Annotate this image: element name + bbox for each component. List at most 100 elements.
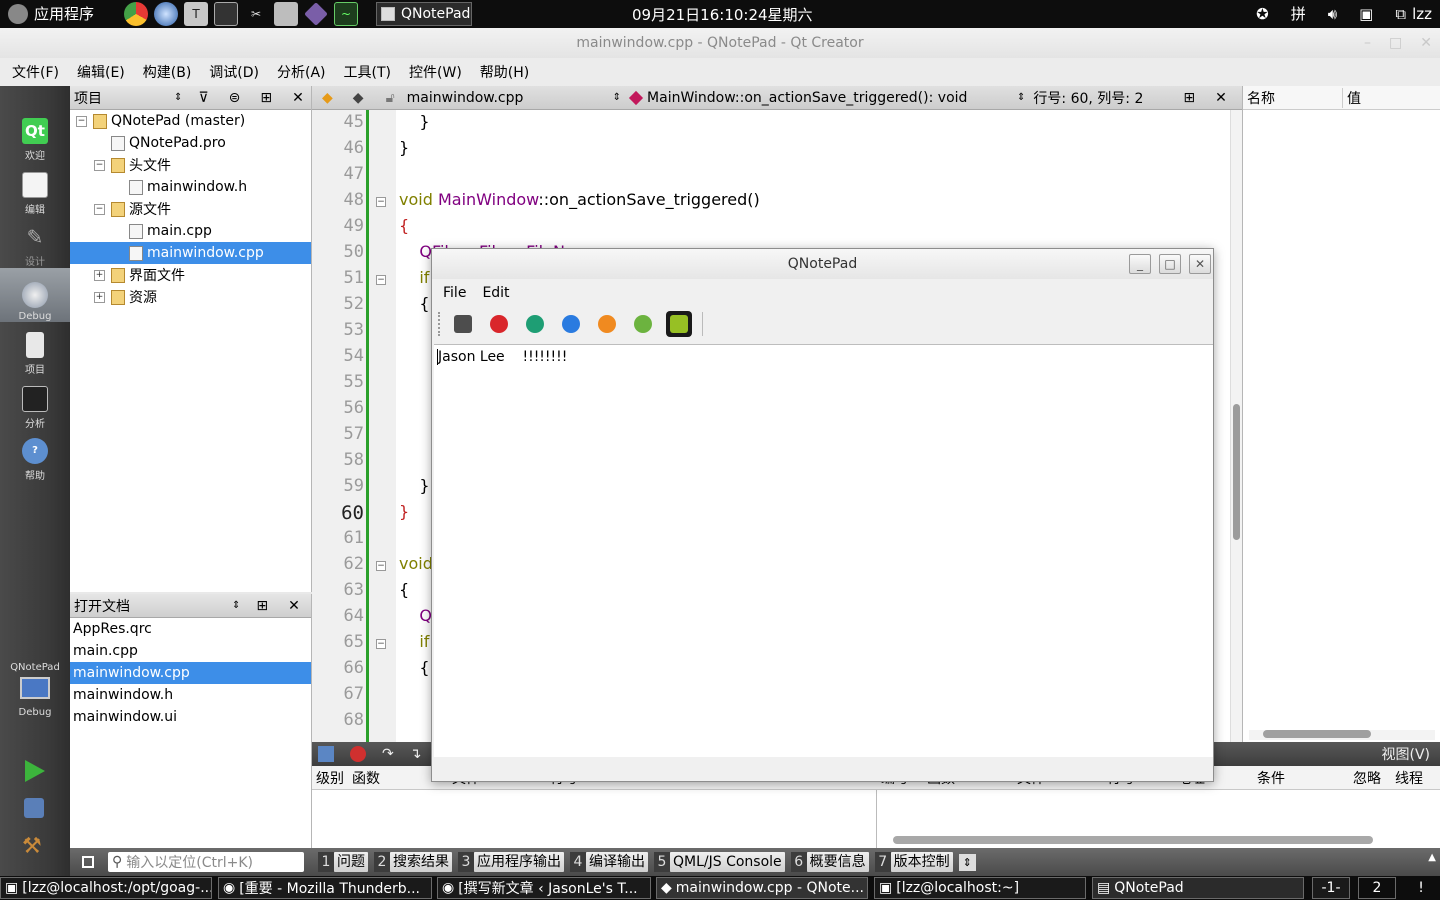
apple-icon[interactable]: [630, 311, 656, 337]
menu-help[interactable]: 帮助(H): [480, 62, 529, 82]
thunderbird-icon[interactable]: [154, 2, 178, 26]
col-value[interactable]: 值: [1343, 88, 1361, 108]
close-icon[interactable]: ✕: [292, 90, 304, 106]
filter-icon[interactable]: ⊽: [198, 90, 208, 106]
mode-analyze[interactable]: 分析: [0, 378, 70, 430]
output-pane-button[interactable]: 2 搜索结果: [374, 852, 452, 872]
split-icon[interactable]: ⊞: [256, 598, 268, 614]
open-document-item[interactable]: main.cpp: [70, 640, 311, 662]
pane-title[interactable]: 打开文档: [74, 596, 232, 616]
mode-welcome[interactable]: Qt 欢迎: [0, 110, 70, 162]
fold-marker-icon[interactable]: −: [376, 561, 386, 571]
accessibility-icon[interactable]: ✪: [1256, 5, 1269, 23]
continue-icon[interactable]: [318, 746, 334, 762]
fold-marker-icon[interactable]: −: [376, 275, 386, 285]
sidebar-toggle-icon[interactable]: [82, 856, 94, 868]
scrollbar-thumb[interactable]: [1233, 404, 1240, 540]
tree-item[interactable]: mainwindow.h: [70, 176, 311, 198]
expand-icon[interactable]: +: [94, 269, 105, 281]
user-menu[interactable]: ⧉ lzz: [1395, 5, 1432, 23]
col-name[interactable]: 名称: [1243, 87, 1343, 108]
open-document-item[interactable]: mainwindow.ui: [70, 706, 311, 728]
open-document-item[interactable]: mainwindow.cpp: [70, 662, 311, 684]
stop-icon[interactable]: [350, 746, 366, 762]
files-icon[interactable]: [274, 2, 298, 26]
close-icon[interactable]: ✕: [1189, 254, 1211, 274]
mode-projects[interactable]: 项目: [0, 324, 70, 376]
input-method-indicator[interactable]: 拼: [1291, 3, 1306, 24]
forward-arrow-icon[interactable]: ◆: [353, 90, 364, 106]
expand-icon[interactable]: +: [94, 291, 105, 303]
step-into-icon[interactable]: ↴: [410, 746, 422, 762]
col-thread[interactable]: 线程: [1395, 768, 1423, 788]
tree-item[interactable]: + 界面文件: [70, 264, 311, 286]
collapse-icon[interactable]: −: [94, 159, 105, 171]
fold-marker-icon[interactable]: −: [376, 639, 386, 649]
arrow-up-icon[interactable]: ▲: [1428, 852, 1436, 863]
network-icon[interactable]: ▣: [1359, 5, 1373, 23]
task-thunderbird[interactable]: ◉ [重要 - Mozilla Thunderb...: [218, 877, 432, 899]
collapse-icon[interactable]: −: [76, 115, 87, 127]
workspace-2[interactable]: 2: [1358, 877, 1396, 899]
android-icon[interactable]: [666, 311, 692, 337]
run-icon[interactable]: [25, 760, 45, 782]
texmaker-icon[interactable]: T: [184, 2, 208, 26]
menu-edit[interactable]: Edit: [482, 285, 509, 301]
menu-edit[interactable]: 编辑(E): [77, 62, 125, 82]
menu-file[interactable]: File: [443, 285, 466, 301]
split-icon[interactable]: ⊞: [1183, 90, 1195, 106]
tree-item[interactable]: mainwindow.cpp: [70, 242, 311, 264]
menu-analyze[interactable]: 分析(A): [277, 62, 326, 82]
qnotepad-titlebar[interactable]: QNotePad _ □ ✕: [432, 249, 1213, 279]
horizontal-scrollbar[interactable]: [893, 836, 1373, 844]
view-menu[interactable]: 视图(V): [1381, 744, 1430, 764]
panel-task-qnotepad[interactable]: QNotePad: [376, 2, 472, 26]
symbol-selector[interactable]: MainWindow::on_actionSave_triggered(): v…: [647, 90, 1017, 106]
build-hammer-icon[interactable]: ⚒: [22, 834, 42, 859]
open-document-item[interactable]: mainwindow.h: [70, 684, 311, 706]
sync-icon[interactable]: ⊜: [229, 90, 241, 106]
tools-icon[interactable]: ✂: [244, 2, 268, 26]
kit-selector[interactable]: QNotePad Debug: [0, 662, 70, 734]
menu-debug[interactable]: 调试(D): [209, 62, 259, 82]
tree-item[interactable]: main.cpp: [70, 220, 311, 242]
chrome-icon[interactable]: [124, 2, 148, 26]
fold-marker-icon[interactable]: −: [376, 197, 386, 207]
scrollbar-thumb[interactable]: [1263, 730, 1371, 738]
step-over-icon[interactable]: ↷: [382, 746, 394, 762]
task-terminal-opt[interactable]: ▣ [lzz@localhost:/opt/goag-...: [0, 877, 212, 899]
collapse-icon[interactable]: −: [94, 203, 105, 215]
tree-item[interactable]: + 资源: [70, 286, 311, 308]
task-chrome[interactable]: ◉ [撰写新文章 ‹ JasonLe's T...: [437, 877, 651, 899]
close-icon[interactable]: ✕: [1215, 90, 1227, 106]
mode-edit[interactable]: 编辑: [0, 164, 70, 216]
applications-menu[interactable]: 应用程序: [8, 3, 94, 24]
horizontal-scrollbar[interactable]: [1249, 730, 1435, 740]
tree-item[interactable]: QNotePad.pro: [70, 132, 311, 154]
col-condition[interactable]: 条件: [1257, 768, 1353, 788]
qtcreator-icon[interactable]: [304, 2, 328, 26]
maps-pin-icon[interactable]: [522, 311, 548, 337]
menu-tools[interactable]: 工具(T): [344, 62, 391, 82]
close-icon[interactable]: ✕: [288, 598, 300, 614]
tree-item[interactable]: − 头文件: [70, 154, 311, 176]
chevron-updown-icon[interactable]: ⇕: [1017, 92, 1025, 103]
maximize-icon[interactable]: □: [1389, 28, 1402, 58]
pane-title[interactable]: 项目: [74, 88, 174, 108]
close-icon[interactable]: ✕: [1420, 28, 1432, 58]
xmpp-icon[interactable]: [594, 311, 620, 337]
ubuntu-icon[interactable]: [486, 311, 512, 337]
terminal-icon[interactable]: [214, 2, 238, 26]
text-edit[interactable]: Jason Lee !!!!!!!!: [434, 344, 1213, 757]
mode-design[interactable]: ✎ 设计: [0, 216, 70, 268]
chevron-updown-icon[interactable]: ⇕: [174, 92, 182, 103]
clock[interactable]: 09月21日16:10:24星期六: [632, 4, 813, 25]
windows-icon[interactable]: [558, 311, 584, 337]
tree-item[interactable]: − QNotePad (master): [70, 110, 311, 132]
maximize-icon[interactable]: □: [1159, 254, 1181, 274]
col-ignore[interactable]: 忽略: [1353, 768, 1395, 788]
col-level[interactable]: 级别: [312, 768, 352, 788]
output-pane-button[interactable]: 6 概要信息: [790, 852, 869, 872]
workspace-1[interactable]: -1-: [1312, 877, 1350, 899]
tree-item[interactable]: − 源文件: [70, 198, 311, 220]
